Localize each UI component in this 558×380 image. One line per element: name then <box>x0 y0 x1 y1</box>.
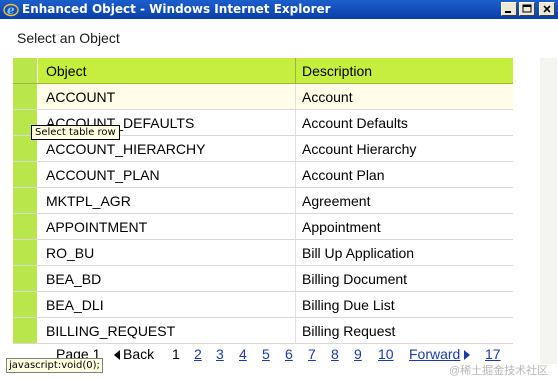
dialog-content: Select an Object Object Description ACCO… <box>0 19 558 380</box>
row-selector[interactable] <box>13 161 38 188</box>
object-cell[interactable]: RO_BU <box>37 239 296 266</box>
description-cell[interactable]: Agreement <box>295 187 513 214</box>
table-row[interactable]: BEA_DLI Billing Due List <box>13 291 513 318</box>
ie-logo-icon: e <box>3 3 19 17</box>
table-row[interactable]: BEA_BD Billing Document <box>13 265 513 292</box>
table-row[interactable]: ACCOUNT Account <box>13 83 513 110</box>
page-link-7[interactable]: 7 <box>308 346 316 362</box>
row-selector[interactable] <box>13 83 38 110</box>
object-cell[interactable]: BEA_BD <box>37 265 296 292</box>
description-cell[interactable]: Billing Due List <box>295 291 513 318</box>
page-link-8[interactable]: 8 <box>331 346 339 362</box>
maximize-button[interactable] <box>519 2 535 16</box>
description-cell[interactable]: Account <box>295 83 513 110</box>
page-link-4[interactable]: 4 <box>239 346 247 362</box>
column-header-description[interactable]: Description <box>295 58 513 84</box>
title-bar: e Enhanced Object - Windows Internet Exp… <box>0 0 558 19</box>
svg-text:e: e <box>7 3 15 17</box>
object-cell[interactable]: BEA_DLI <box>37 291 296 318</box>
current-page: 1 <box>172 346 180 362</box>
row-selector[interactable] <box>13 213 38 240</box>
row-selector[interactable] <box>13 187 38 214</box>
minimize-icon <box>505 11 511 13</box>
object-table: Object Description ACCOUNT Account ACCOU… <box>13 58 513 344</box>
object-cell[interactable]: ACCOUNT_PLAN <box>37 161 296 188</box>
page-link-9[interactable]: 9 <box>354 346 362 362</box>
description-cell[interactable]: Appointment <box>295 213 513 240</box>
table-row[interactable]: ACCOUNT_PLAN Account Plan <box>13 161 513 188</box>
forward-link[interactable]: Forward <box>409 346 460 362</box>
description-cell[interactable]: Account Hierarchy <box>295 135 513 162</box>
description-cell[interactable]: Billing Document <box>295 265 513 292</box>
row-selector[interactable] <box>13 239 38 266</box>
page-link-10[interactable]: 10 <box>378 346 394 362</box>
close-icon <box>543 5 551 13</box>
table-row[interactable]: APPOINTMENT Appointment <box>13 213 513 240</box>
forward-arrow-icon[interactable] <box>464 350 470 360</box>
vertical-scrollbar[interactable] <box>540 58 557 364</box>
row-selector[interactable] <box>13 265 38 292</box>
window-title: Enhanced Object - Windows Internet Explo… <box>22 2 331 16</box>
page-link-3[interactable]: 3 <box>216 346 224 362</box>
row-selector[interactable] <box>13 317 38 344</box>
table-row[interactable]: RO_BU Bill Up Application <box>13 239 513 266</box>
object-cell[interactable]: APPOINTMENT <box>37 213 296 240</box>
object-cell[interactable]: MKTPL_AGR <box>37 187 296 214</box>
watermark: @稀土掘金技术社区 <box>449 365 549 377</box>
dialog-heading: Select an Object <box>17 30 120 46</box>
page-link-6[interactable]: 6 <box>285 346 293 362</box>
table-row[interactable]: MKTPL_AGR Agreement <box>13 187 513 214</box>
page-link-5[interactable]: 5 <box>262 346 270 362</box>
maximize-icon <box>522 4 532 13</box>
object-cell[interactable]: ACCOUNT <box>37 83 296 110</box>
status-text: javascript:void(0); <box>6 358 103 373</box>
page-link-2[interactable]: 2 <box>194 346 202 362</box>
object-cell[interactable]: BILLING_REQUEST <box>37 317 296 344</box>
description-cell[interactable]: Billing Request <box>295 317 513 344</box>
close-button[interactable] <box>539 2 555 16</box>
back-link[interactable]: Back <box>123 346 154 362</box>
table-row[interactable]: BILLING_REQUEST Billing Request <box>13 317 513 344</box>
description-cell[interactable]: Account Defaults <box>295 109 513 136</box>
minimize-button[interactable] <box>501 2 517 16</box>
column-header-object[interactable]: Object <box>37 58 296 84</box>
back-arrow-icon <box>114 350 120 360</box>
last-page-link[interactable]: 17 <box>485 346 501 362</box>
row-tooltip: Select table row <box>31 125 120 140</box>
select-all-cell <box>13 58 38 84</box>
description-cell[interactable]: Account Plan <box>295 161 513 188</box>
table-header-row: Object Description <box>13 58 513 84</box>
description-cell[interactable]: Bill Up Application <box>295 239 513 266</box>
row-selector[interactable] <box>13 291 38 318</box>
